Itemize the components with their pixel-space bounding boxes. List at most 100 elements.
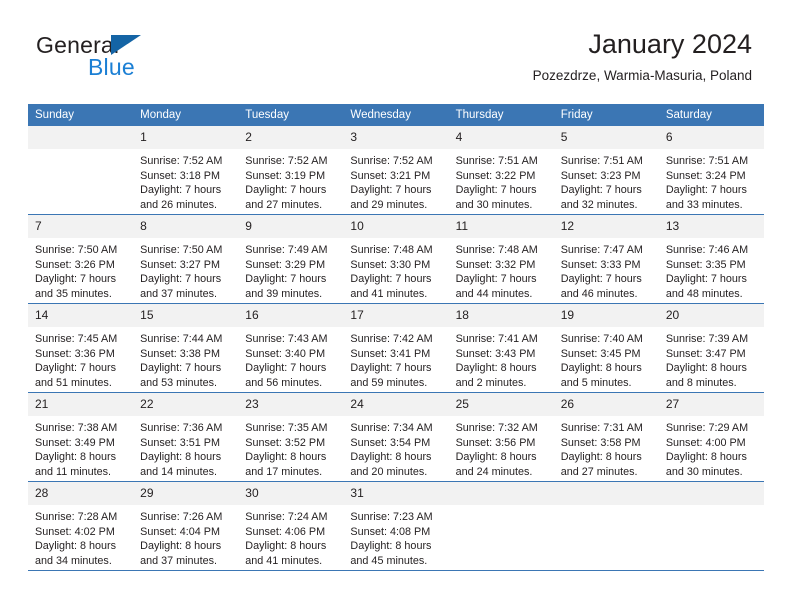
calendar-day-cell[interactable]: 31 Sunrise: 7:23 AM Sunset: 4:08 PM Dayligh… <box>343 481 449 571</box>
calendar-day-cell[interactable]: 16 Sunrise: 7:43 AM Sunset: 3:40 PM Dayligh… <box>238 303 344 393</box>
day-number <box>553 482 659 505</box>
sunrise-time: Sunrise: 7:51 AM <box>455 155 538 167</box>
daylight-duration-line1: Daylight: 7 hours <box>560 184 642 197</box>
sunset-time: Sunset: 3:41 PM <box>350 347 431 360</box>
day-details: Sunrise: 7:41 AM Sunset: 3:43 PM Daylight:… <box>449 327 554 390</box>
calendar-day-cell[interactable]: 27 Sunrise: 7:29 AM Sunset: 4:00 PM Dayligh… <box>658 392 764 482</box>
day-number: 2 <box>238 126 344 149</box>
day-number: 6 <box>658 126 764 149</box>
calendar-day-cell[interactable]: 15 Sunrise: 7:44 AM Sunset: 3:38 PM Dayligh… <box>133 303 239 393</box>
calendar-day-cell[interactable]: 6 Sunrise: 7:51 AM Sunset: 3:24 PM Daylight… <box>658 126 764 215</box>
day-number: 19 <box>553 304 659 327</box>
daylight-duration-line1: Daylight: 7 hours <box>35 362 117 375</box>
general-blue-logo[interactable]: General Blue <box>36 32 216 88</box>
calendar-day-cell[interactable]: 8 Sunrise: 7:50 AM Sunset: 3:27 PM Daylight… <box>133 214 239 304</box>
sunrise-time: Sunrise: 7:50 AM <box>140 244 223 256</box>
daylight-duration-line1: Daylight: 7 hours <box>245 273 327 286</box>
sunrise-time: Sunrise: 7:28 AM <box>35 511 118 523</box>
calendar-day-cell[interactable]: 28 Sunrise: 7:28 AM Sunset: 4:02 PM Dayligh… <box>28 481 134 571</box>
sunrise-time: Sunrise: 7:24 AM <box>245 511 328 523</box>
calendar-day-cell[interactable]: 22 Sunrise: 7:36 AM Sunset: 3:51 PM Dayligh… <box>133 392 239 482</box>
day-details: Sunrise: 7:48 AM Sunset: 3:30 PM Daylight:… <box>343 238 448 301</box>
calendar-day-cell[interactable]: 3 Sunrise: 7:52 AM Sunset: 3:21 PM Daylight… <box>343 126 449 215</box>
weekday-header-friday: Friday <box>553 104 659 126</box>
day-details: Sunrise: 7:29 AM Sunset: 4:00 PM Daylight:… <box>659 416 764 479</box>
daylight-duration-line1: Daylight: 7 hours <box>455 184 537 197</box>
day-number: 20 <box>658 304 764 327</box>
calendar-week-row: 14 Sunrise: 7:45 AM Sunset: 3:36 PM Dayligh… <box>28 303 764 393</box>
day-number: 25 <box>448 393 554 416</box>
sunrise-time: Sunrise: 7:40 AM <box>560 333 643 345</box>
day-details: Sunrise: 7:39 AM Sunset: 3:47 PM Daylight:… <box>659 327 764 390</box>
daylight-duration-line1: Daylight: 8 hours <box>350 540 432 553</box>
calendar-day-cell[interactable]: 24 Sunrise: 7:34 AM Sunset: 3:54 PM Dayligh… <box>343 392 449 482</box>
calendar-day-cell[interactable]: 4 Sunrise: 7:51 AM Sunset: 3:22 PM Daylight… <box>448 126 554 215</box>
daylight-duration-line1: Daylight: 7 hours <box>455 273 537 286</box>
daylight-duration-line1: Daylight: 7 hours <box>35 273 117 286</box>
calendar-day-cell[interactable]: 21 Sunrise: 7:38 AM Sunset: 3:49 PM Dayligh… <box>28 392 134 482</box>
day-number <box>28 126 134 149</box>
daylight-duration-line2: and 29 minutes. <box>350 198 428 211</box>
calendar-day-cell[interactable]: 2 Sunrise: 7:52 AM Sunset: 3:19 PM Daylight… <box>238 126 344 215</box>
day-details: Sunrise: 7:50 AM Sunset: 3:26 PM Daylight:… <box>28 238 133 301</box>
day-number: 27 <box>658 393 764 416</box>
weekday-header-wednesday: Wednesday <box>343 104 449 126</box>
calendar-day-cell[interactable]: 29 Sunrise: 7:26 AM Sunset: 4:04 PM Dayligh… <box>133 481 239 571</box>
day-details: Sunrise: 7:52 AM Sunset: 3:18 PM Daylight:… <box>133 149 238 212</box>
day-number <box>658 482 764 505</box>
daylight-duration-line2: and 5 minutes. <box>560 376 632 389</box>
daylight-duration-line1: Daylight: 8 hours <box>665 451 747 464</box>
daylight-duration-line1: Daylight: 7 hours <box>350 273 432 286</box>
sunset-time: Sunset: 4:00 PM <box>665 436 746 449</box>
daylight-duration-line1: Daylight: 7 hours <box>140 362 222 375</box>
day-number: 11 <box>448 215 554 238</box>
calendar-day-cell[interactable]: 10 Sunrise: 7:48 AM Sunset: 3:30 PM Dayligh… <box>343 214 449 304</box>
sunrise-time: Sunrise: 7:50 AM <box>35 244 118 256</box>
daylight-duration-line1: Daylight: 8 hours <box>140 451 222 464</box>
daylight-duration-line1: Daylight: 7 hours <box>245 362 327 375</box>
daylight-duration-line1: Daylight: 8 hours <box>455 362 537 375</box>
day-details: Sunrise: 7:34 AM Sunset: 3:54 PM Daylight:… <box>343 416 448 479</box>
calendar-week-row: 1 Sunrise: 7:52 AM Sunset: 3:18 PM Daylight… <box>28 126 764 215</box>
sunset-time: Sunset: 3:58 PM <box>560 436 641 449</box>
day-details: Sunrise: 7:45 AM Sunset: 3:36 PM Daylight:… <box>28 327 133 390</box>
calendar-day-cell[interactable]: 7 Sunrise: 7:50 AM Sunset: 3:26 PM Daylight… <box>28 214 134 304</box>
day-number: 5 <box>553 126 659 149</box>
sunrise-time: Sunrise: 7:42 AM <box>350 333 433 345</box>
daylight-duration-line1: Daylight: 7 hours <box>245 184 327 197</box>
daylight-duration-line2: and 11 minutes. <box>35 465 112 478</box>
calendar-day-cell[interactable]: 18 Sunrise: 7:41 AM Sunset: 3:43 PM Dayligh… <box>448 303 554 393</box>
sunrise-time: Sunrise: 7:34 AM <box>350 422 433 434</box>
calendar-day-cell[interactable]: 26 Sunrise: 7:31 AM Sunset: 3:58 PM Dayligh… <box>553 392 659 482</box>
calendar-day-cell[interactable]: 19 Sunrise: 7:40 AM Sunset: 3:45 PM Dayligh… <box>553 303 659 393</box>
sunrise-time: Sunrise: 7:32 AM <box>455 422 538 434</box>
calendar-day-cell[interactable]: 5 Sunrise: 7:51 AM Sunset: 3:23 PM Daylight… <box>553 126 659 215</box>
calendar-day-cell[interactable]: 17 Sunrise: 7:42 AM Sunset: 3:41 PM Dayligh… <box>343 303 449 393</box>
calendar-day-cell[interactable]: 9 Sunrise: 7:49 AM Sunset: 3:29 PM Daylight… <box>238 214 344 304</box>
sunrise-time: Sunrise: 7:39 AM <box>665 333 749 345</box>
calendar-day-cell[interactable]: 25 Sunrise: 7:32 AM Sunset: 3:56 PM Dayligh… <box>448 392 554 482</box>
weekday-header-thursday: Thursday <box>448 104 554 126</box>
calendar-day-cell[interactable]: 23 Sunrise: 7:35 AM Sunset: 3:52 PM Dayligh… <box>238 392 344 482</box>
sunrise-time: Sunrise: 7:44 AM <box>140 333 223 345</box>
day-number: 21 <box>28 393 134 416</box>
daylight-duration-line2: and 35 minutes. <box>35 287 112 300</box>
day-number: 3 <box>343 126 449 149</box>
sunset-time: Sunset: 4:04 PM <box>140 525 220 538</box>
weekday-header-tuesday: Tuesday <box>238 104 344 126</box>
sunrise-time: Sunrise: 7:31 AM <box>560 422 643 434</box>
calendar-day-cell[interactable]: 13 Sunrise: 7:46 AM Sunset: 3:35 PM Dayligh… <box>658 214 764 304</box>
daylight-duration-line2: and 37 minutes. <box>140 554 217 567</box>
day-number: 29 <box>133 482 239 505</box>
day-details: Sunrise: 7:38 AM Sunset: 3:49 PM Daylight:… <box>28 416 133 479</box>
calendar-day-cell[interactable]: 30 Sunrise: 7:24 AM Sunset: 4:06 PM Dayligh… <box>238 481 344 571</box>
calendar-day-cell[interactable]: 20 Sunrise: 7:39 AM Sunset: 3:47 PM Dayligh… <box>658 303 764 393</box>
sunrise-time: Sunrise: 7:46 AM <box>665 244 749 256</box>
calendar-day-cell[interactable]: 1 Sunrise: 7:52 AM Sunset: 3:18 PM Daylight… <box>133 126 239 215</box>
daylight-duration-line1: Daylight: 7 hours <box>665 184 747 197</box>
sunset-time: Sunset: 3:22 PM <box>455 169 536 182</box>
calendar-day-cell[interactable]: 12 Sunrise: 7:47 AM Sunset: 3:33 PM Dayligh… <box>553 214 659 304</box>
calendar-day-cell[interactable]: 11 Sunrise: 7:48 AM Sunset: 3:32 PM Dayligh… <box>448 214 554 304</box>
day-number: 15 <box>133 304 239 327</box>
calendar-day-cell[interactable]: 14 Sunrise: 7:45 AM Sunset: 3:36 PM Dayligh… <box>28 303 134 393</box>
